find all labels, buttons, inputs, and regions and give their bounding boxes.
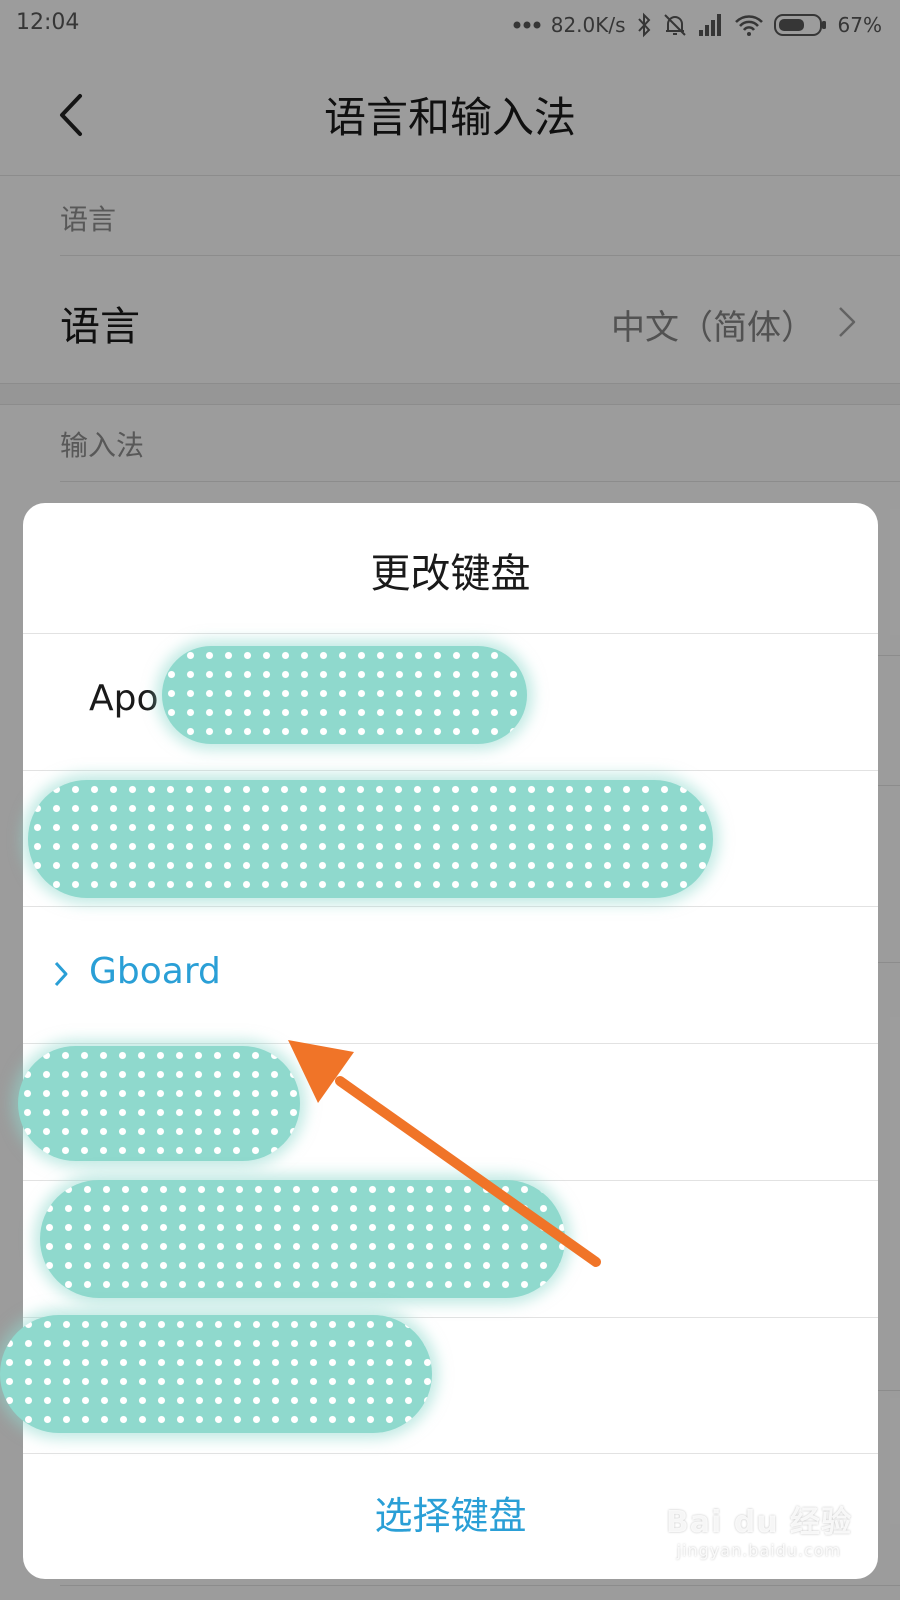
watermark-sub: jingyan.baidu.com	[676, 1541, 842, 1560]
redaction-mark	[40, 1180, 565, 1298]
keyboard-option-label: Gboard	[89, 951, 221, 992]
keyboard-option-label: Apo	[89, 678, 159, 719]
redaction-mark	[18, 1046, 300, 1161]
dialog-title: 更改键盘	[370, 551, 531, 597]
selected-chevron-icon	[54, 961, 68, 987]
redaction-mark	[162, 646, 527, 744]
baidu-jingyan-watermark: Bai du 经验 jingyan.baidu.com	[666, 1497, 852, 1560]
watermark-main: Bai du 经验	[665, 1505, 852, 1540]
redaction-mark	[28, 780, 713, 898]
keyboard-option-gboard[interactable]: Gboard	[23, 907, 878, 1043]
redaction-mark	[0, 1315, 432, 1433]
